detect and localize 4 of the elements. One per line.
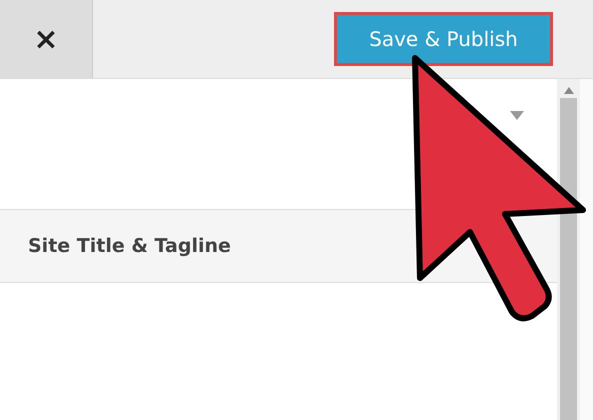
scroll-up-icon[interactable] [564,87,574,94]
dropdown-caret-icon[interactable] [510,111,524,120]
close-button[interactable]: × [0,0,93,78]
scrollbar[interactable] [557,79,580,420]
